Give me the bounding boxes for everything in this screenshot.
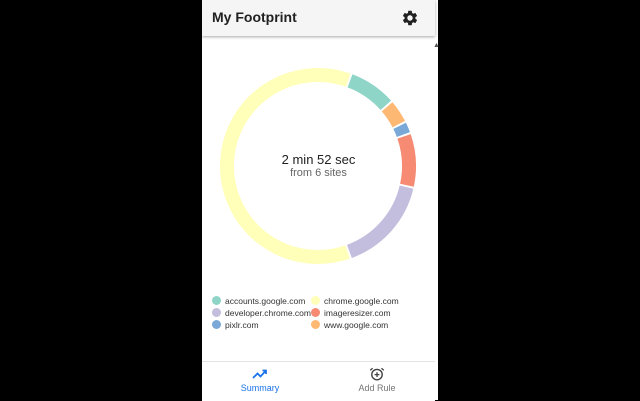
legend-label: www.google.com xyxy=(324,319,389,330)
sites-count: from 6 sites xyxy=(290,167,347,179)
legend-dot xyxy=(212,296,221,305)
app-title: My Footprint xyxy=(212,9,297,25)
add-alarm-icon xyxy=(369,367,385,381)
window-edge xyxy=(435,0,438,400)
legend-dot xyxy=(212,320,221,329)
legend-dot xyxy=(311,308,320,317)
legend-dot xyxy=(212,308,221,317)
chart-legend: accounts.google.com chrome.google.com de… xyxy=(212,295,432,330)
legend-item-accounts-google[interactable]: accounts.google.com xyxy=(212,295,311,306)
tab-summary[interactable]: Summary xyxy=(202,362,318,401)
legend-label: accounts.google.com xyxy=(225,295,306,306)
donut-slice-www-google-com[interactable] xyxy=(381,102,406,128)
extension-popup: My Footprint 2 min 52 sec from 6 sites a… xyxy=(202,0,435,401)
legend-dot xyxy=(311,320,320,329)
bottom-navigation: Summary Add Rule xyxy=(202,361,435,401)
trending-up-icon xyxy=(252,367,268,381)
legend-item-pixlr[interactable]: pixlr.com xyxy=(212,319,311,330)
total-time: 2 min 52 sec xyxy=(281,152,356,167)
legend-item-www-google[interactable]: www.google.com xyxy=(311,319,421,330)
scroll-indicator-icon: ▲ xyxy=(433,42,440,49)
app-header: My Footprint xyxy=(202,0,435,36)
tab-summary-label: Summary xyxy=(240,383,280,393)
donut-slice-developer-chrome-com[interactable] xyxy=(346,185,414,258)
legend-item-developer-chrome[interactable]: developer.chrome.com xyxy=(212,307,311,318)
donut-slice-pixlr-com[interactable] xyxy=(393,122,410,138)
tab-add-rule[interactable]: Add Rule xyxy=(319,362,435,401)
donut-slice-accounts-google-com[interactable] xyxy=(347,74,392,111)
legend-label: developer.chrome.com xyxy=(225,307,311,318)
gear-icon[interactable] xyxy=(401,9,419,27)
legend-dot xyxy=(311,296,320,305)
legend-label: imageresizer.com xyxy=(324,307,391,318)
legend-label: pixlr.com xyxy=(225,319,259,330)
legend-item-chrome-google[interactable]: chrome.google.com xyxy=(311,295,421,306)
legend-label: chrome.google.com xyxy=(324,295,399,306)
legend-item-imageresizer[interactable]: imageresizer.com xyxy=(311,307,421,318)
tab-add-rule-label: Add Rule xyxy=(358,383,396,393)
